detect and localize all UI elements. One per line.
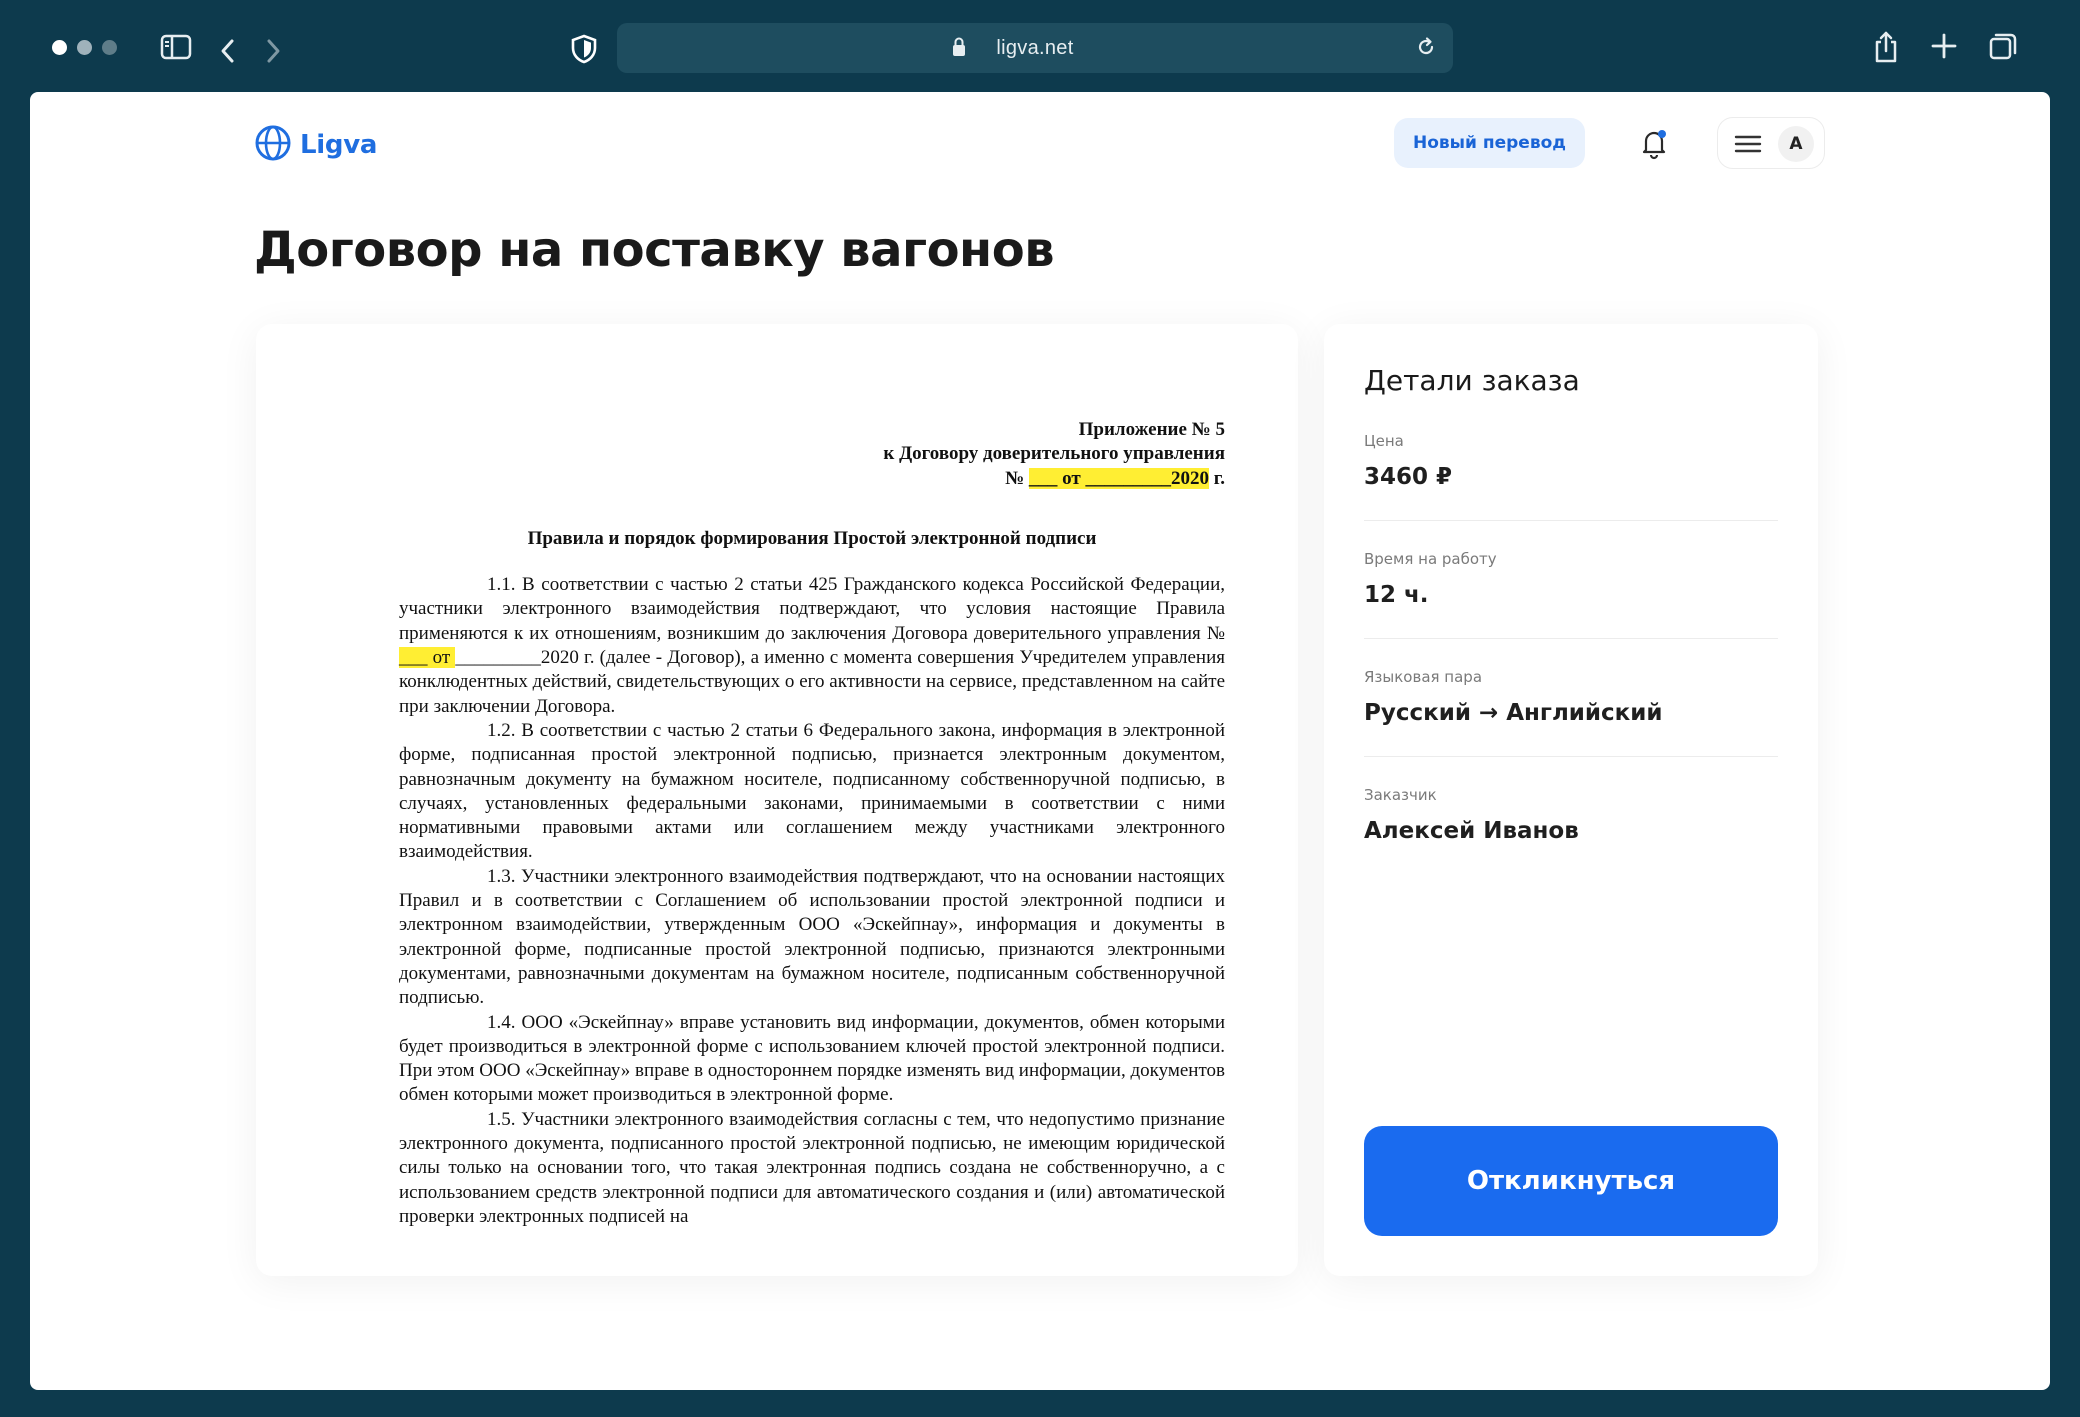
paragraph-text: _________2020 г. (далее - Договор), а им… (399, 647, 1226, 717)
highlighted-blank: ___ от _________2020 (1028, 467, 1209, 489)
notification-bell-icon[interactable] (1636, 125, 1672, 161)
paragraph-1-5: 1.5. Участники электронного взаимодейств… (399, 1108, 1225, 1227)
document-title: Правила и порядок формирования Простой э… (527, 527, 1097, 549)
address-bar[interactable]: ligva.net (617, 23, 1453, 73)
share-icon[interactable] (1872, 30, 1900, 64)
price-value: 3460 ₽ (1364, 464, 1453, 490)
app-window: Ligva Новый перевод A Договор на поставк… (30, 92, 2050, 1390)
new-tab-icon[interactable] (1930, 32, 1958, 60)
reload-icon[interactable] (1415, 36, 1437, 62)
paragraph-1-2: 1.2. В соответствии с частью 2 статьи 6 … (399, 719, 1225, 863)
url-text: ligva.net (996, 36, 1074, 59)
order-details-card: Детали заказа Цена 3460 ₽ Время на работ… (1324, 324, 1818, 1276)
paragraph-1-4: 1.4. ООО «Эскейпнау» вправе установить в… (399, 1011, 1225, 1106)
price-field: Цена 3460 ₽ (1364, 432, 1778, 490)
highlighted-blank: ___ от (399, 647, 456, 669)
divider (1364, 756, 1778, 757)
paragraph-1-1: 1.1. В соответствии с частью 2 статьи 42… (399, 573, 1225, 719)
price-label: Цена (1364, 432, 1404, 450)
site-header: Ligva Новый перевод A (30, 92, 2050, 192)
work-time-value: 12 ч. (1364, 582, 1429, 608)
paragraph-1-3: 1.3. Участники электронного взаимодейств… (399, 865, 1225, 1009)
minimize-dot[interactable] (77, 40, 92, 55)
customer-label: Заказчик (1364, 786, 1437, 804)
paragraph-text: 1.1. В соответствии с частью 2 статьи 42… (399, 574, 1225, 644)
document-content: Приложение № 5 к Договору доверительного… (399, 418, 1225, 1229)
sidebar-toggle-icon[interactable] (160, 34, 192, 60)
appendix-reference: к Договору доверительного управления (883, 443, 1225, 465)
language-pair-label: Языковая пара (1364, 668, 1483, 686)
forward-icon[interactable] (264, 38, 282, 64)
divider (1364, 520, 1778, 521)
browser-chrome: ligva.net (0, 0, 2080, 92)
work-time-label: Время на работу (1364, 550, 1497, 568)
year-suffix: г. (1209, 467, 1225, 489)
shield-icon[interactable] (570, 34, 598, 64)
appendix-contract-number: № ___ от _________2020 г. (399, 467, 1225, 491)
language-pair-value: Русский → Английский (1364, 700, 1663, 726)
number-sign: № (1005, 467, 1029, 489)
work-time-field: Время на работу 12 ч. (1364, 550, 1778, 608)
appendix-number: Приложение № 5 (1078, 419, 1225, 440)
window-controls (52, 40, 117, 55)
customer-value: Алексей Иванов (1364, 818, 1579, 844)
document-preview[interactable]: Приложение № 5 к Договору доверительного… (256, 324, 1298, 1276)
logo[interactable]: Ligva (254, 124, 377, 166)
back-icon[interactable] (219, 38, 237, 64)
page-title: Договор на поставку вагонов (254, 222, 1055, 278)
order-details-title: Детали заказа (1364, 364, 1580, 397)
customer-field: Заказчик Алексей Иванов (1364, 786, 1778, 844)
maximize-dot[interactable] (102, 40, 117, 55)
hamburger-menu-icon[interactable] (1734, 132, 1762, 160)
divider (1364, 638, 1778, 639)
tabs-overview-icon[interactable] (1988, 31, 2018, 61)
new-translation-button[interactable]: Новый перевод (1394, 118, 1585, 168)
document-header: Приложение № 5 к Договору доверительного… (399, 418, 1225, 491)
close-dot[interactable] (52, 40, 67, 55)
logo-text: Ligva (300, 130, 378, 160)
globe-icon (254, 124, 292, 166)
respond-button[interactable]: Откликнуться (1364, 1126, 1778, 1236)
avatar[interactable]: A (1778, 126, 1814, 162)
language-pair-field: Языковая пара Русский → Английский (1364, 668, 1778, 726)
user-menu[interactable]: A (1717, 117, 1825, 169)
